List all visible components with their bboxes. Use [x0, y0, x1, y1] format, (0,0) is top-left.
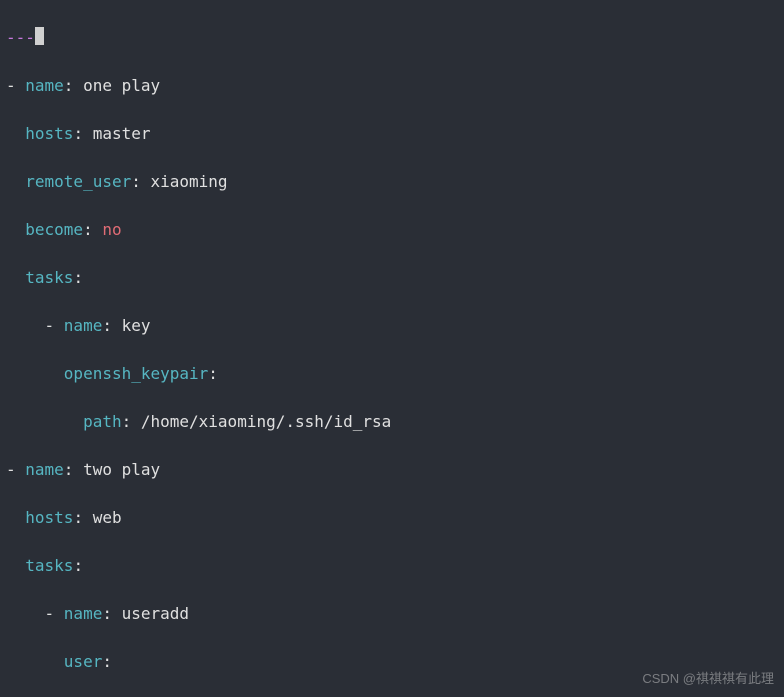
yaml-doc-start: ---: [6, 28, 35, 47]
line: user:: [6, 650, 778, 674]
line: tasks:: [6, 266, 778, 290]
cursor-block: [35, 27, 44, 45]
line: tasks:: [6, 554, 778, 578]
line: hosts: master: [6, 122, 778, 146]
line: remote_user: xiaoming: [6, 170, 778, 194]
line: path: /home/xiaoming/.ssh/id_rsa: [6, 410, 778, 434]
line: - name: two play: [6, 458, 778, 482]
line: become: no: [6, 218, 778, 242]
line: hosts: web: [6, 506, 778, 530]
line: ---: [6, 26, 778, 50]
line: - name: useradd: [6, 602, 778, 626]
line: openssh_keypair:: [6, 362, 778, 386]
line: - name: key: [6, 314, 778, 338]
code-editor: --- - name: one play hosts: master remot…: [0, 0, 784, 697]
line: - name: one play: [6, 74, 778, 98]
